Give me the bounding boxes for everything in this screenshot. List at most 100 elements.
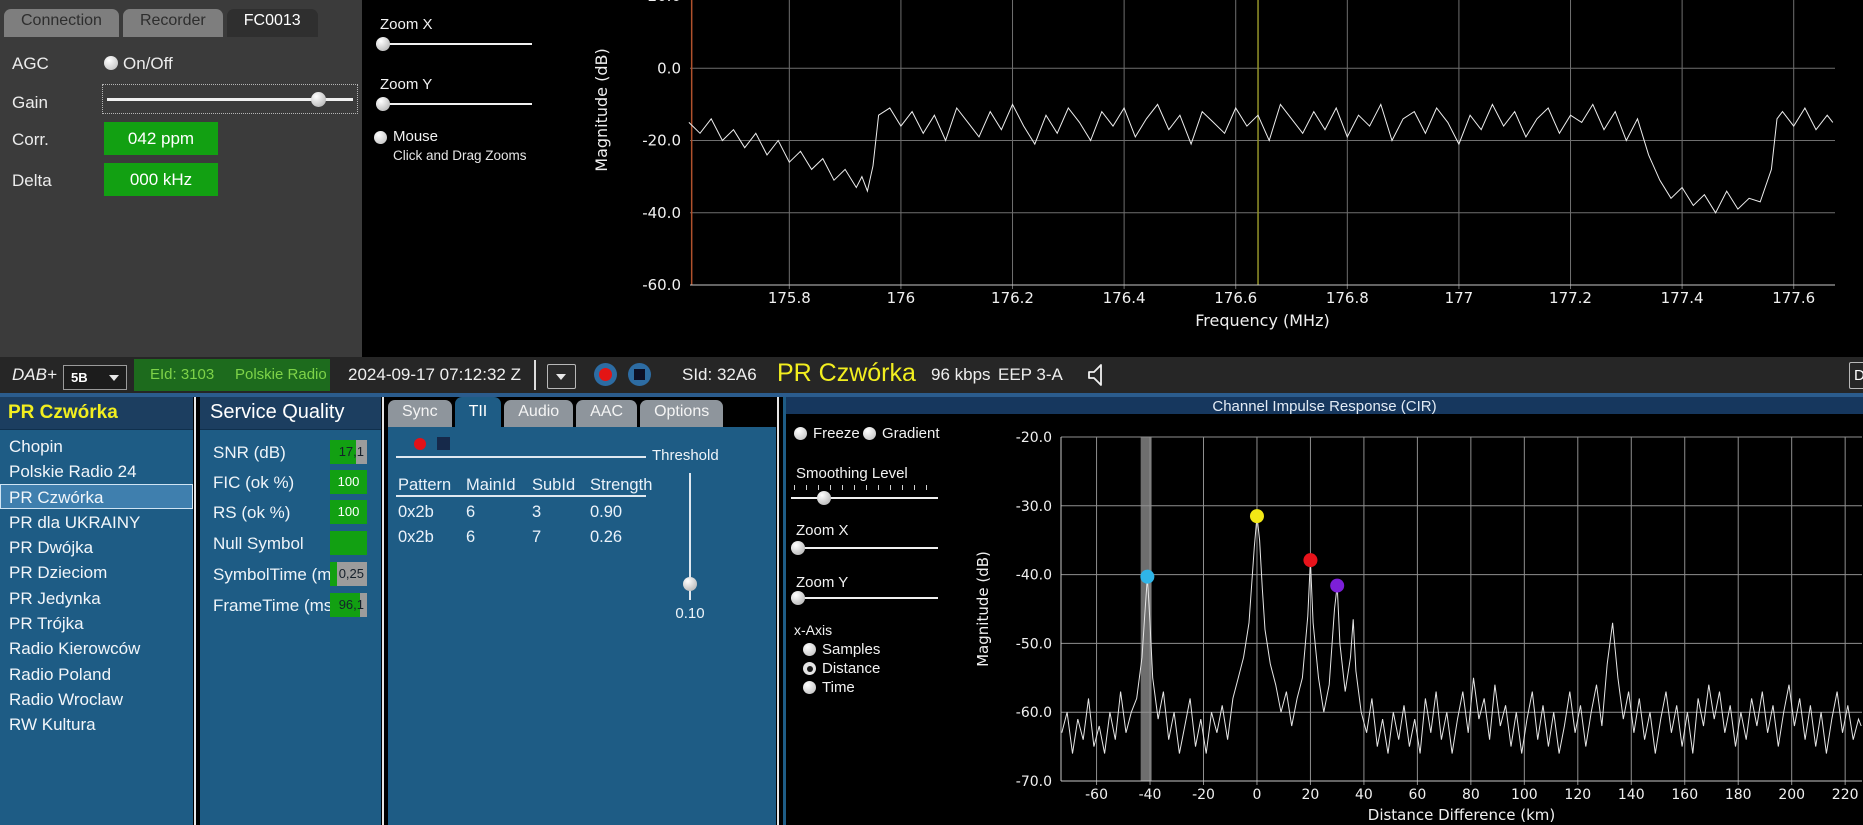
record-button[interactable] [594, 363, 617, 386]
gain-slider[interactable] [102, 84, 358, 114]
svg-text:120: 120 [1564, 787, 1591, 803]
divider [396, 456, 646, 458]
station-item[interactable]: PR Czwórka [0, 483, 193, 509]
svg-text:-40: -40 [1139, 787, 1162, 803]
station-item[interactable]: Radio Wroclaw [0, 686, 193, 711]
cir-panel: Channel Impulse Response (CIR) Freeze Gr… [783, 397, 1863, 825]
station-item[interactable]: Radio Poland [0, 661, 193, 686]
device-panel: Connection Recorder FC0013 AGC On/Off Gain… [0, 0, 362, 357]
channel-select[interactable]: 5B [63, 365, 127, 390]
station-item[interactable]: PR Dzieciom [0, 559, 193, 584]
tii-cell: 6 [466, 528, 476, 546]
svg-text:-40.0: -40.0 [1016, 568, 1052, 584]
mode-label: DAB+ [12, 365, 57, 384]
service-quality-panel: Service Quality SNR (dB) 17,1 FIC (ok %) 10… [200, 397, 381, 825]
partial-right-button[interactable]: D [1849, 362, 1863, 389]
tii-tab-options[interactable]: Options [640, 400, 724, 427]
station-item[interactable]: PR Trójka [0, 610, 193, 635]
svg-text:-70.0: -70.0 [1016, 774, 1052, 790]
threshold-slider-handle[interactable] [683, 577, 697, 591]
tii-tab-audio[interactable]: Audio [504, 400, 574, 427]
tii-tab-aac[interactable]: AAC [576, 400, 638, 427]
tii-body: Pattern MainId SubId Strength 0x2b 6 3 0.90 0x2b… [388, 427, 776, 825]
station-item[interactable]: Chopin [0, 433, 193, 458]
sq-row-bar: 0,25 [330, 562, 367, 586]
svg-text:200: 200 [1778, 787, 1805, 803]
svg-text:Magnitude (dB): Magnitude (dB) [974, 551, 992, 667]
station-item[interactable]: PR Jedynka [0, 585, 193, 610]
service-name: PR Czwórka [777, 359, 916, 387]
sq-row-label: Null Symbol [213, 534, 304, 553]
svg-text:-50.0: -50.0 [1016, 636, 1052, 652]
station-item[interactable]: RW Kultura [0, 711, 193, 736]
spectrum-area: Zoom X Zoom Y Mouse Click and Drag Zooms… [362, 0, 1863, 357]
speaker-icon[interactable] [1085, 362, 1111, 388]
service-quality-title: Service Quality [210, 401, 345, 423]
tii-col-header: Pattern [398, 476, 452, 494]
svg-text:40: 40 [1355, 787, 1373, 803]
ensemble-id: EId: 3103 [150, 366, 215, 383]
svg-text:177.2: 177.2 [1549, 289, 1592, 307]
svg-text:176.4: 176.4 [1103, 289, 1146, 307]
sq-row-bar [330, 531, 367, 555]
svg-text:0: 0 [1253, 787, 1262, 803]
cir-chart[interactable]: -60 -40 -20 0 20 40 60 80 100 120 140 160 180 200 220 -… [789, 414, 1863, 825]
svg-text:-60.0: -60.0 [642, 276, 681, 294]
protection-label: EEP 3-A [998, 365, 1063, 384]
datetime-label: 2024-09-17 07:12:32 Z [348, 365, 521, 384]
gain-slider-handle[interactable] [311, 92, 326, 107]
splitter[interactable] [777, 397, 779, 825]
station-item[interactable]: PR Dwójka [0, 534, 193, 559]
svg-text:177: 177 [1445, 289, 1474, 307]
ensemble-name: Polskie Radio [235, 366, 327, 383]
svg-text:176.8: 176.8 [1326, 289, 1369, 307]
svg-text:176.2: 176.2 [991, 289, 1034, 307]
svg-text:-40.0: -40.0 [642, 204, 681, 222]
station-item[interactable]: Polskie Radio 24 [0, 458, 193, 483]
record-icon [599, 368, 612, 381]
device-tab-recorder[interactable]: Recorder [122, 9, 223, 37]
tii-col-header: Strength [590, 476, 653, 494]
chevron-down-icon [109, 375, 119, 381]
marker-red [1303, 553, 1318, 568]
splitter[interactable] [194, 397, 196, 825]
svg-text:100: 100 [1511, 787, 1538, 803]
svg-text:140: 140 [1618, 787, 1645, 803]
sq-row-bar: 100 [330, 500, 367, 524]
corr-value: 042 ppm [104, 122, 218, 155]
tii-cell: 7 [532, 528, 542, 546]
svg-text:176: 176 [887, 289, 916, 307]
svg-text:-30.0: -30.0 [1016, 499, 1052, 515]
sq-row-bar: 17,1 [330, 440, 367, 464]
marker-yellow [1249, 509, 1264, 524]
station-item[interactable]: Radio Kierowców [0, 635, 193, 660]
stop-button[interactable] [628, 363, 651, 386]
device-tab-fc0013[interactable]: FC0013 [226, 9, 318, 37]
tii-cell: 0.90 [590, 503, 623, 521]
device-tab-connection[interactable]: Connection [4, 9, 119, 37]
splitter[interactable] [382, 397, 384, 825]
svg-text:177.4: 177.4 [1661, 289, 1704, 307]
svg-text:160: 160 [1671, 787, 1698, 803]
spectrum-chart[interactable]: 175.8 176 176.2 176.4 176.6 176.8 177 177.2 177.… [362, 0, 1863, 357]
corr-label: Corr. [12, 130, 49, 149]
ensemble-box: EId: 3103 Polskie Radio [134, 359, 330, 391]
tii-tab-tii[interactable]: TII [454, 397, 502, 427]
bitrate-label: 96 kbps [931, 365, 991, 384]
agc-radio[interactable] [104, 56, 118, 70]
tii-col-header: MainId [466, 476, 516, 494]
device-tab-bar: Connection Recorder FC0013 [4, 9, 318, 37]
svg-text:-20: -20 [1192, 787, 1215, 803]
tii-panel: Sync TII Audio AAC Options Pattern MainId SubI… [388, 397, 776, 825]
scope-select-button[interactable] [547, 364, 576, 389]
sq-row-bar: 96,1 [330, 593, 367, 617]
tii-cell: 0x2b [398, 503, 434, 521]
svg-text:180: 180 [1725, 787, 1752, 803]
svg-text:60: 60 [1408, 787, 1426, 803]
tii-cell: 3 [532, 503, 542, 521]
svg-text:175.8: 175.8 [768, 289, 811, 307]
station-item[interactable]: PR dla UKRAINY [0, 509, 193, 534]
cir-title: Channel Impulse Response (CIR) [1212, 398, 1437, 415]
tii-tab-sync[interactable]: Sync [388, 400, 452, 427]
tii-cell: 0.26 [590, 528, 623, 546]
